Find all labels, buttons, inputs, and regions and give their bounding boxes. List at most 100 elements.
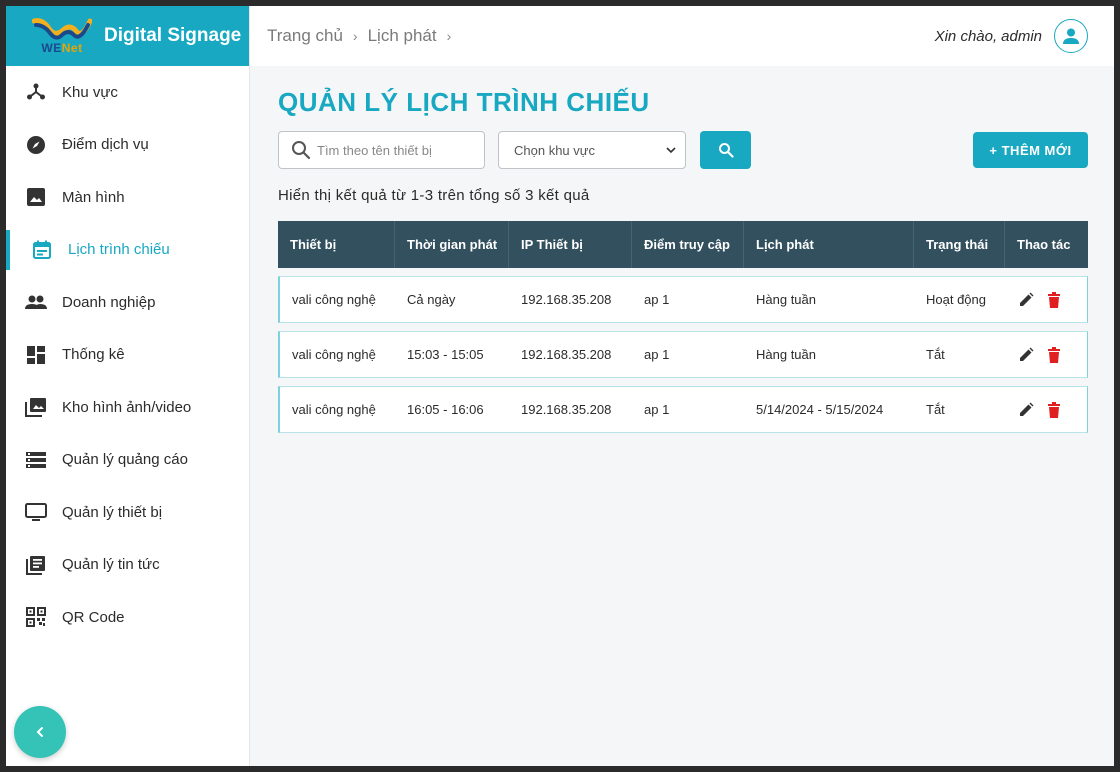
logo-text: WENet	[41, 41, 83, 55]
cell-schedule: Hàng tuần	[744, 276, 914, 323]
main-content: QUẢN LÝ LỊCH TRÌNH CHIẾU Chọn khu vực + …	[278, 66, 1088, 441]
news-icon	[24, 553, 48, 577]
calendar-icon	[30, 238, 54, 262]
cell-schedule: Hàng tuần	[744, 331, 914, 378]
sidebar-item-label: Quản lý quảng cáo	[62, 451, 188, 469]
delete-button[interactable]	[1045, 346, 1063, 364]
area-select-value: Chọn khu vực	[514, 142, 595, 158]
user-icon	[1063, 28, 1079, 44]
sidebar-item-thong-ke[interactable]: Thống kê	[6, 329, 249, 382]
hub-icon	[24, 80, 48, 104]
sidebar-item-diem-dich-vu[interactable]: Điểm dịch vụ	[6, 119, 249, 172]
edit-button[interactable]	[1017, 346, 1035, 364]
sidebar-item-kho-hinh-anh-video[interactable]: Kho hình ảnh/video	[6, 381, 249, 434]
column-header-device[interactable]: Thiết bị	[278, 221, 395, 268]
cell-access-point: ap 1	[632, 331, 744, 378]
table-header-row: Thiết bị Thời gian phát IP Thiết bị Điểm…	[278, 221, 1088, 268]
cell-actions	[1005, 331, 1088, 378]
sidebar-item-lich-trinh-chieu[interactable]: Lịch trình chiếu	[6, 224, 249, 277]
app-window: WENet Digital Signage Khu vực Điểm dịch …	[6, 6, 1114, 766]
sidebar-item-man-hinh[interactable]: Màn hình	[6, 171, 249, 224]
breadcrumb-schedule[interactable]: Lịch phát	[368, 26, 437, 46]
chevron-right-icon: ›	[352, 28, 358, 44]
sidebar-item-label: Điểm dịch vụ	[62, 136, 149, 154]
breadcrumb-home[interactable]: Trang chủ	[267, 26, 343, 46]
filter-toolbar: Chọn khu vực + THÊM MỚI	[278, 131, 1088, 169]
column-header-time[interactable]: Thời gian phát	[395, 221, 509, 268]
sidebar-item-qr-code[interactable]: QR Code	[6, 591, 249, 644]
cell-status: Tắt	[914, 331, 1005, 378]
sidebar: WENet Digital Signage Khu vực Điểm dịch …	[6, 6, 250, 766]
trash-icon	[1048, 291, 1060, 308]
area-select[interactable]: Chọn khu vực	[498, 131, 686, 169]
wenet-logo[interactable]: WENet	[30, 10, 94, 62]
username: admin	[1001, 27, 1042, 45]
topbar: Trang chủ › Lịch phát › Xin chào, admin	[250, 6, 1114, 66]
dashboard-icon	[24, 343, 48, 367]
sidebar-item-label: Thống kê	[62, 346, 125, 364]
cell-schedule: 5/14/2024 - 5/15/2024	[744, 386, 914, 433]
sidebar-item-quan-ly-thiet-bi[interactable]: Quản lý thiết bị	[6, 486, 249, 539]
sidebar-item-khu-vuc[interactable]: Khu vực	[6, 66, 249, 119]
brand-bar: WENet Digital Signage	[6, 6, 249, 66]
search-button[interactable]	[700, 131, 751, 169]
chevron-down-icon	[666, 147, 676, 154]
compass-icon	[24, 133, 48, 157]
add-new-button[interactable]: + THÊM MỚI	[973, 132, 1088, 168]
sidebar-item-label: Quản lý thiết bị	[62, 503, 163, 521]
sidebar-item-quan-ly-quang-cao[interactable]: Quản lý quảng cáo	[6, 434, 249, 487]
chevron-left-icon	[36, 727, 43, 737]
cell-time: 15:03 - 15:05	[395, 331, 509, 378]
breadcrumb: Trang chủ › Lịch phát ›	[267, 26, 461, 46]
cell-actions	[1005, 276, 1088, 323]
table-row[interactable]: vali công nghệ 16:05 - 16:06 192.168.35.…	[278, 386, 1088, 433]
column-header-ip[interactable]: IP Thiết bị	[509, 221, 632, 268]
cell-ip: 192.168.35.208	[509, 386, 632, 433]
delete-button[interactable]	[1045, 401, 1063, 419]
sidebar-item-quan-ly-tin-tuc[interactable]: Quản lý tin tức	[6, 539, 249, 592]
cell-actions	[1005, 386, 1088, 433]
page-title: QUẢN LÝ LỊCH TRÌNH CHIẾU	[278, 87, 650, 117]
sidebar-nav: Khu vực Điểm dịch vụ Màn hình Lịch trình…	[6, 66, 249, 644]
photo-library-icon	[24, 395, 48, 419]
sidebar-item-doanh-nghiep[interactable]: Doanh nghiệp	[6, 276, 249, 329]
cell-access-point: ap 1	[632, 276, 744, 323]
column-header-status[interactable]: Trạng thái	[914, 221, 1005, 268]
sidebar-item-label: QR Code	[62, 608, 125, 626]
cell-device: vali công nghệ	[278, 386, 395, 433]
schedule-table: Thiết bị Thời gian phát IP Thiết bị Điểm…	[278, 213, 1088, 441]
result-summary: Hiển thị kết quả từ 1-3 trên tổng số 3 k…	[278, 187, 590, 204]
search-icon	[718, 143, 734, 158]
column-header-schedule[interactable]: Lịch phát	[744, 221, 914, 268]
pencil-icon	[1020, 402, 1034, 416]
search-box	[278, 131, 485, 169]
search-icon	[292, 141, 311, 160]
cell-device: vali công nghệ	[278, 276, 395, 323]
trash-icon	[1048, 346, 1060, 363]
collapse-sidebar-button[interactable]	[14, 706, 66, 758]
app-title: Digital Signage	[104, 25, 242, 46]
search-input[interactable]	[317, 142, 477, 158]
delete-button[interactable]	[1045, 291, 1063, 309]
cell-status: Tắt	[914, 386, 1005, 433]
monitor-icon	[24, 500, 48, 524]
cell-time: 16:05 - 16:06	[395, 386, 509, 433]
avatar[interactable]	[1054, 19, 1088, 53]
chevron-right-icon: ›	[446, 28, 452, 44]
trash-icon	[1048, 401, 1060, 418]
user-greeting: Xin chào, admin	[935, 19, 1088, 53]
sidebar-item-label: Lịch trình chiếu	[68, 241, 170, 259]
people-icon	[24, 290, 48, 314]
edit-button[interactable]	[1017, 291, 1035, 309]
cell-ip: 192.168.35.208	[509, 331, 632, 378]
cell-device: vali công nghệ	[278, 331, 395, 378]
table-row[interactable]: vali công nghệ Cả ngày 192.168.35.208 ap…	[278, 276, 1088, 323]
table-row[interactable]: vali công nghệ 15:03 - 15:05 192.168.35.…	[278, 331, 1088, 378]
column-header-access-point[interactable]: Điểm truy cập	[632, 221, 744, 268]
sidebar-item-label: Khu vực	[62, 83, 118, 101]
edit-button[interactable]	[1017, 401, 1035, 419]
sidebar-item-label: Doanh nghiệp	[62, 293, 156, 311]
qr-code-icon	[24, 605, 48, 629]
column-header-actions: Thao tác	[1005, 221, 1088, 268]
cell-time: Cả ngày	[395, 276, 509, 323]
